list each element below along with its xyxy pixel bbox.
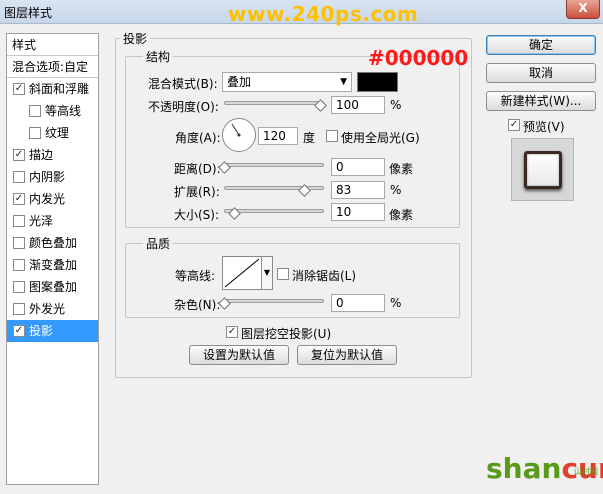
watermark-text: www.240ps.com [228, 2, 419, 26]
size-input[interactable]: 10 [331, 203, 385, 221]
opacity-slider[interactable] [224, 101, 324, 105]
blend-mode-label: 混合模式(B): [148, 77, 218, 91]
style-checkbox[interactable] [13, 215, 25, 227]
opacity-unit: % [390, 98, 402, 112]
style-list-label: 等高线 [45, 104, 82, 118]
noise-input[interactable]: 0 [331, 294, 385, 312]
style-list-label: 描边 [29, 148, 54, 162]
reset-default-button[interactable]: 复位为默认值 [297, 345, 397, 365]
style-list-item[interactable]: 内阴影 [7, 166, 98, 188]
style-list-item[interactable]: ✓ 内发光 [7, 188, 98, 210]
style-list-label: 斜面和浮雕 [29, 82, 90, 96]
angle-label: 角度(A): [175, 131, 221, 145]
contour-label: 等高线: [175, 269, 216, 283]
style-list-label: 外发光 [29, 302, 66, 316]
noise-label: 杂色(N): [174, 298, 221, 312]
angle-unit: 度 [303, 131, 316, 145]
quality-title: 品质 [143, 235, 174, 252]
anti-alias-checkbox[interactable] [277, 268, 289, 280]
shadow-color-swatch[interactable] [357, 72, 398, 92]
style-checkbox[interactable]: ✓ [13, 325, 25, 337]
style-list-label: 渐变叠加 [29, 258, 78, 272]
style-checkbox[interactable] [13, 303, 25, 315]
style-checkbox[interactable] [13, 237, 25, 249]
close-icon: X [578, 1, 588, 15]
opacity-input[interactable]: 100 [331, 96, 385, 114]
style-list-item[interactable]: ✓ 斜面和浮雕 [7, 78, 98, 100]
site-logo-sub: 山村网 [574, 467, 598, 476]
style-list-item[interactable]: 纹理 [7, 122, 98, 144]
style-preview [511, 138, 574, 201]
knockout-label: 图层挖空投影(U) [241, 327, 332, 341]
angle-dial-icon [231, 123, 241, 137]
drop-shadow-title: 投影 [120, 30, 151, 47]
cancel-button[interactable]: 取消 [486, 63, 596, 83]
style-list-item[interactable]: 渐变叠加 [7, 254, 98, 276]
anti-alias-label: 消除锯齿(L) [292, 269, 357, 283]
style-list-label: 样式 [12, 38, 37, 52]
distance-slider[interactable] [224, 163, 324, 167]
distance-input[interactable]: 0 [331, 158, 385, 176]
style-checkbox[interactable]: ✓ [13, 193, 25, 205]
preview-checkbox[interactable]: ✓ [508, 119, 520, 131]
style-checkbox[interactable] [13, 259, 25, 271]
noise-slider[interactable] [224, 299, 324, 303]
style-checkbox[interactable]: ✓ [13, 149, 25, 161]
style-list-label: 内发光 [29, 192, 66, 206]
style-list-label: 混合选项:自定 [12, 60, 89, 74]
noise-unit: % [390, 296, 402, 310]
size-label: 大小(S): [174, 208, 220, 222]
style-checkbox[interactable]: ✓ [13, 83, 25, 95]
chevron-down-icon: ▼ [340, 77, 347, 87]
style-list-item[interactable]: 图案叠加 [7, 276, 98, 298]
style-list-label: 纹理 [45, 126, 70, 140]
angle-input[interactable]: 120 [258, 127, 298, 145]
contour-picker[interactable] [222, 256, 262, 290]
title-bar: 图层样式 www.240ps.com X [0, 0, 603, 26]
style-list-label: 图案叠加 [29, 280, 78, 294]
global-light-label: 使用全局光(G) [341, 131, 420, 145]
style-checkbox[interactable] [13, 281, 25, 293]
contour-dropdown[interactable]: ▼ [262, 256, 273, 290]
style-list: 样式混合选项:自定 ✓ 斜面和浮雕等高线纹理 ✓ 描边内阴影 ✓ 内发光光泽颜色叠加渐变叠加… [6, 33, 99, 485]
preview-swatch [524, 151, 562, 189]
spread-label: 扩展(R): [174, 185, 220, 199]
style-list-label: 投影 [29, 324, 54, 338]
distance-label: 距离(D): [174, 162, 221, 176]
style-list-label: 光泽 [29, 214, 54, 228]
style-list-item[interactable]: ✓ 投影 [7, 320, 98, 342]
make-default-button[interactable]: 设置为默认值 [189, 345, 289, 365]
style-checkbox[interactable] [13, 171, 25, 183]
new-style-button[interactable]: 新建样式(W)... [486, 91, 596, 111]
preview-label: 预览(V) [523, 120, 565, 134]
style-checkbox[interactable] [29, 127, 41, 139]
style-list-item[interactable]: ✓ 描边 [7, 144, 98, 166]
distance-unit: 像素 [389, 162, 414, 176]
style-list-item[interactable]: 颜色叠加 [7, 232, 98, 254]
style-list-header[interactable]: 样式 [7, 34, 98, 56]
close-button[interactable]: X [566, 0, 600, 19]
style-list-item[interactable]: 外发光 [7, 298, 98, 320]
color-annotation: #000000 [368, 46, 469, 70]
blend-mode-select[interactable]: 叠加 ▼ [222, 72, 352, 92]
angle-dial[interactable] [222, 118, 256, 152]
knockout-checkbox[interactable]: ✓ [226, 326, 238, 338]
chevron-down-icon: ▼ [263, 268, 271, 277]
style-checkbox[interactable] [29, 105, 41, 117]
size-unit: 像素 [389, 208, 414, 222]
contour-curve-icon [224, 258, 260, 288]
spread-unit: % [390, 183, 402, 197]
style-list-header[interactable]: 混合选项:自定 [7, 56, 98, 78]
style-list-item[interactable]: 等高线 [7, 100, 98, 122]
structure-title: 结构 [143, 48, 174, 65]
opacity-label: 不透明度(O): [148, 100, 219, 114]
blend-mode-value: 叠加 [227, 75, 252, 89]
style-list-item[interactable]: 光泽 [7, 210, 98, 232]
ok-button[interactable]: 确定 [486, 35, 596, 55]
spread-input[interactable]: 83 [331, 181, 385, 199]
global-light-checkbox[interactable] [326, 130, 338, 142]
style-list-label: 内阴影 [29, 170, 66, 184]
style-list-label: 颜色叠加 [29, 236, 78, 250]
window-title: 图层样式 [4, 6, 53, 20]
